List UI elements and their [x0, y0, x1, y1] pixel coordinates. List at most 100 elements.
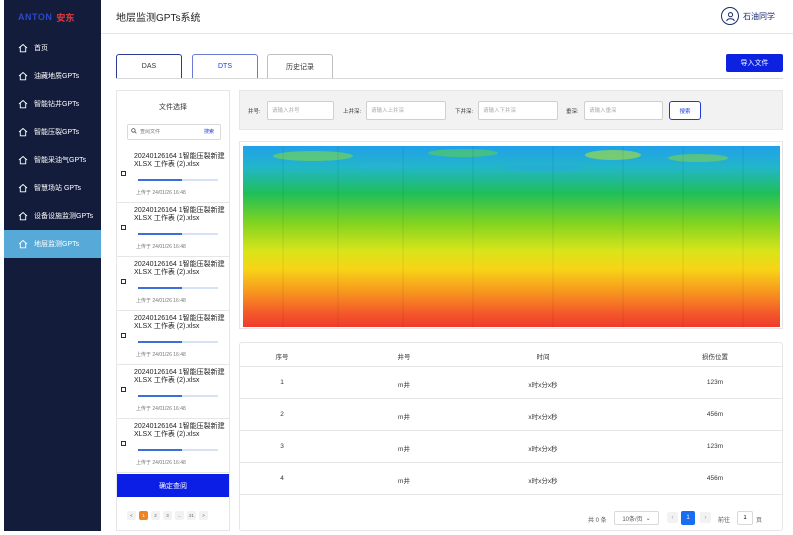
- tab-divider: [116, 78, 783, 79]
- file-card[interactable]: 20240126164 1智能压裂新建 XLSX 工作表 (2).xlsx 上传于…: [117, 419, 229, 473]
- file-progress-fill: [138, 395, 182, 397]
- sidebar-item-label: 设备设施监测GPTs: [34, 213, 94, 220]
- page-size-value: 10条/页: [622, 516, 643, 523]
- page-size-select[interactable]: 10条/页 ⌄: [614, 511, 659, 525]
- file-upload-time: 上传于 24/01/26 16:48: [136, 352, 186, 358]
- sidebar-item-reservoir-geology[interactable]: 油藏地质GPTs: [4, 62, 101, 90]
- file-pager-next[interactable]: >: [199, 511, 209, 520]
- bottom-depth-input[interactable]: [478, 101, 558, 120]
- query-search-button[interactable]: 搜索: [669, 101, 701, 120]
- brand-logo-cn: 安东: [56, 12, 75, 23]
- table-cell: x时x分x秒: [528, 446, 558, 453]
- sidebar-item-smart-fracturing[interactable]: 智能压裂GPTs: [4, 118, 101, 146]
- table-cell: x时x分x秒: [528, 382, 558, 389]
- file-pager-page[interactable]: 1: [139, 511, 148, 520]
- table-row[interactable]: 4 m井 x时x分x秒 456m: [240, 463, 782, 495]
- table-header-cell: 损伤位置: [702, 354, 728, 361]
- system-title: 地层监测GPTs系统: [116, 13, 201, 24]
- sidebar-item-smart-production[interactable]: 智能采油气GPTs: [4, 146, 101, 174]
- sidebar-item-smart-station[interactable]: 智慧场站 GPTs: [4, 174, 101, 202]
- table-cell: m井: [398, 414, 410, 421]
- file-search-input[interactable]: [140, 129, 200, 135]
- file-card[interactable]: 20240126164 1智能压裂新建 XLSX 工作表 (2).xlsx 上传于…: [117, 149, 229, 203]
- file-upload-time: 上传于 24/01/26 16:48: [136, 298, 186, 304]
- sidebar-item-label: 智能采油气GPTs: [34, 157, 87, 164]
- file-upload-time: 上传于 24/01/26 16:48: [136, 460, 186, 466]
- file-checkbox[interactable]: [121, 333, 126, 338]
- file-search-box: 搜索: [127, 124, 221, 140]
- file-name: 20240126164 1智能压裂新建 XLSX 工作表 (2).xlsx: [134, 369, 225, 384]
- search-icon: [131, 128, 137, 136]
- table-cell: 3: [280, 443, 284, 450]
- file-progress-fill: [138, 449, 182, 451]
- file-pager-page[interactable]: 2: [151, 511, 160, 520]
- file-checkbox[interactable]: [121, 171, 126, 176]
- home-icon: [18, 211, 28, 221]
- file-progress-fill: [138, 287, 182, 289]
- file-checkbox[interactable]: [121, 387, 126, 392]
- table-cell: m井: [398, 446, 410, 453]
- user-menu[interactable]: 石油同学: [721, 7, 775, 25]
- file-checkbox[interactable]: [121, 279, 126, 284]
- pager-prev-button[interactable]: ‹: [667, 512, 678, 523]
- bottom-depth-label: 下井深:: [455, 109, 474, 115]
- file-search-button[interactable]: 搜索: [204, 128, 214, 135]
- file-checkbox[interactable]: [121, 225, 126, 230]
- tab-dts[interactable]: DTS: [192, 54, 258, 78]
- home-icon: [18, 71, 28, 81]
- pager-goto-label: 前往: [718, 518, 731, 524]
- user-avatar-icon: [721, 7, 739, 25]
- file-progress-bar: [138, 179, 218, 181]
- file-panel-title: 文件选择: [159, 104, 187, 111]
- table-cell: x时x分x秒: [528, 478, 558, 485]
- home-icon: [18, 99, 28, 109]
- tab-das[interactable]: DAS: [116, 54, 182, 78]
- pager-goto-input[interactable]: [737, 511, 753, 525]
- file-card[interactable]: 20240126164 1智能压裂新建 XLSX 工作表 (2).xlsx 上传于…: [117, 203, 229, 257]
- query-bar: 井号: 上井深: 下井深: 垂深: 搜索: [239, 90, 783, 130]
- table-cell: m井: [398, 382, 410, 389]
- sidebar-item-home[interactable]: 首页: [4, 34, 101, 62]
- vertical-depth-input[interactable]: [584, 101, 663, 120]
- heatmap-image: [243, 146, 780, 327]
- file-pager-prev[interactable]: <: [127, 511, 136, 520]
- sidebar-item-label: 智能压裂GPTs: [34, 129, 80, 136]
- file-pager-page[interactable]: 3: [163, 511, 172, 520]
- brand-logo: ANTON 安东: [4, 0, 101, 34]
- file-checkbox[interactable]: [121, 441, 126, 446]
- file-pager-page[interactable]: 21: [187, 511, 197, 520]
- pager-page-1[interactable]: 1: [681, 511, 695, 525]
- table-header-row: 序号 井号 时间 损伤位置: [240, 343, 782, 367]
- vertical-depth-label: 垂深:: [566, 109, 579, 115]
- file-card[interactable]: 20240126164 1智能压裂新建 XLSX 工作表 (2).xlsx 上传于…: [117, 257, 229, 311]
- table-cell: 123m: [706, 443, 724, 450]
- file-card[interactable]: 20240126164 1智能压裂新建 XLSX 工作表 (2).xlsx 上传于…: [117, 311, 229, 365]
- table-cell: 4: [280, 475, 284, 482]
- sidebar-item-equipment-monitoring[interactable]: 设备设施监测GPTs: [4, 202, 101, 230]
- user-name: 石油同学: [743, 11, 775, 21]
- tab-history[interactable]: 历史记录: [267, 54, 333, 78]
- table-row[interactable]: 2 m井 x时x分x秒 456m: [240, 399, 782, 431]
- sidebar-item-smart-drilling[interactable]: 智能钻井GPTs: [4, 90, 101, 118]
- table-cell: 456m: [706, 475, 724, 482]
- pager-next-button[interactable]: ›: [700, 512, 711, 523]
- table-header-cell: 时间: [536, 354, 550, 361]
- top-depth-input[interactable]: [366, 101, 446, 120]
- table-cell: m井: [398, 478, 410, 485]
- sidebar-item-label: 首页: [34, 45, 48, 52]
- file-pager-page[interactable]: ...: [175, 511, 184, 520]
- file-progress-fill: [138, 179, 182, 181]
- table-row[interactable]: 3 m井 x时x分x秒 123m: [240, 431, 782, 463]
- sidebar-item-formation-monitoring[interactable]: 地层监测GPTs: [4, 230, 101, 258]
- table-pager: 共 0 条 10条/页 ⌄ ‹ 1 › 前往 页: [240, 509, 782, 529]
- file-progress-bar: [138, 449, 218, 451]
- well-input[interactable]: [267, 101, 334, 120]
- table-row[interactable]: 1 m井 x时x分x秒 123m: [240, 367, 782, 399]
- file-card[interactable]: 20240126164 1智能压裂新建 XLSX 工作表 (2).xlsx 上传于…: [117, 365, 229, 419]
- sidebar-item-label: 智慧场站 GPTs: [34, 185, 82, 192]
- file-progress-bar: [138, 233, 218, 235]
- confirm-view-button[interactable]: 确定查阅: [117, 474, 229, 497]
- file-name: 20240126164 1智能压裂新建 XLSX 工作表 (2).xlsx: [134, 315, 225, 330]
- import-file-button[interactable]: 导入文件: [726, 54, 783, 72]
- sidebar-item-label: 油藏地质GPTs: [34, 73, 80, 80]
